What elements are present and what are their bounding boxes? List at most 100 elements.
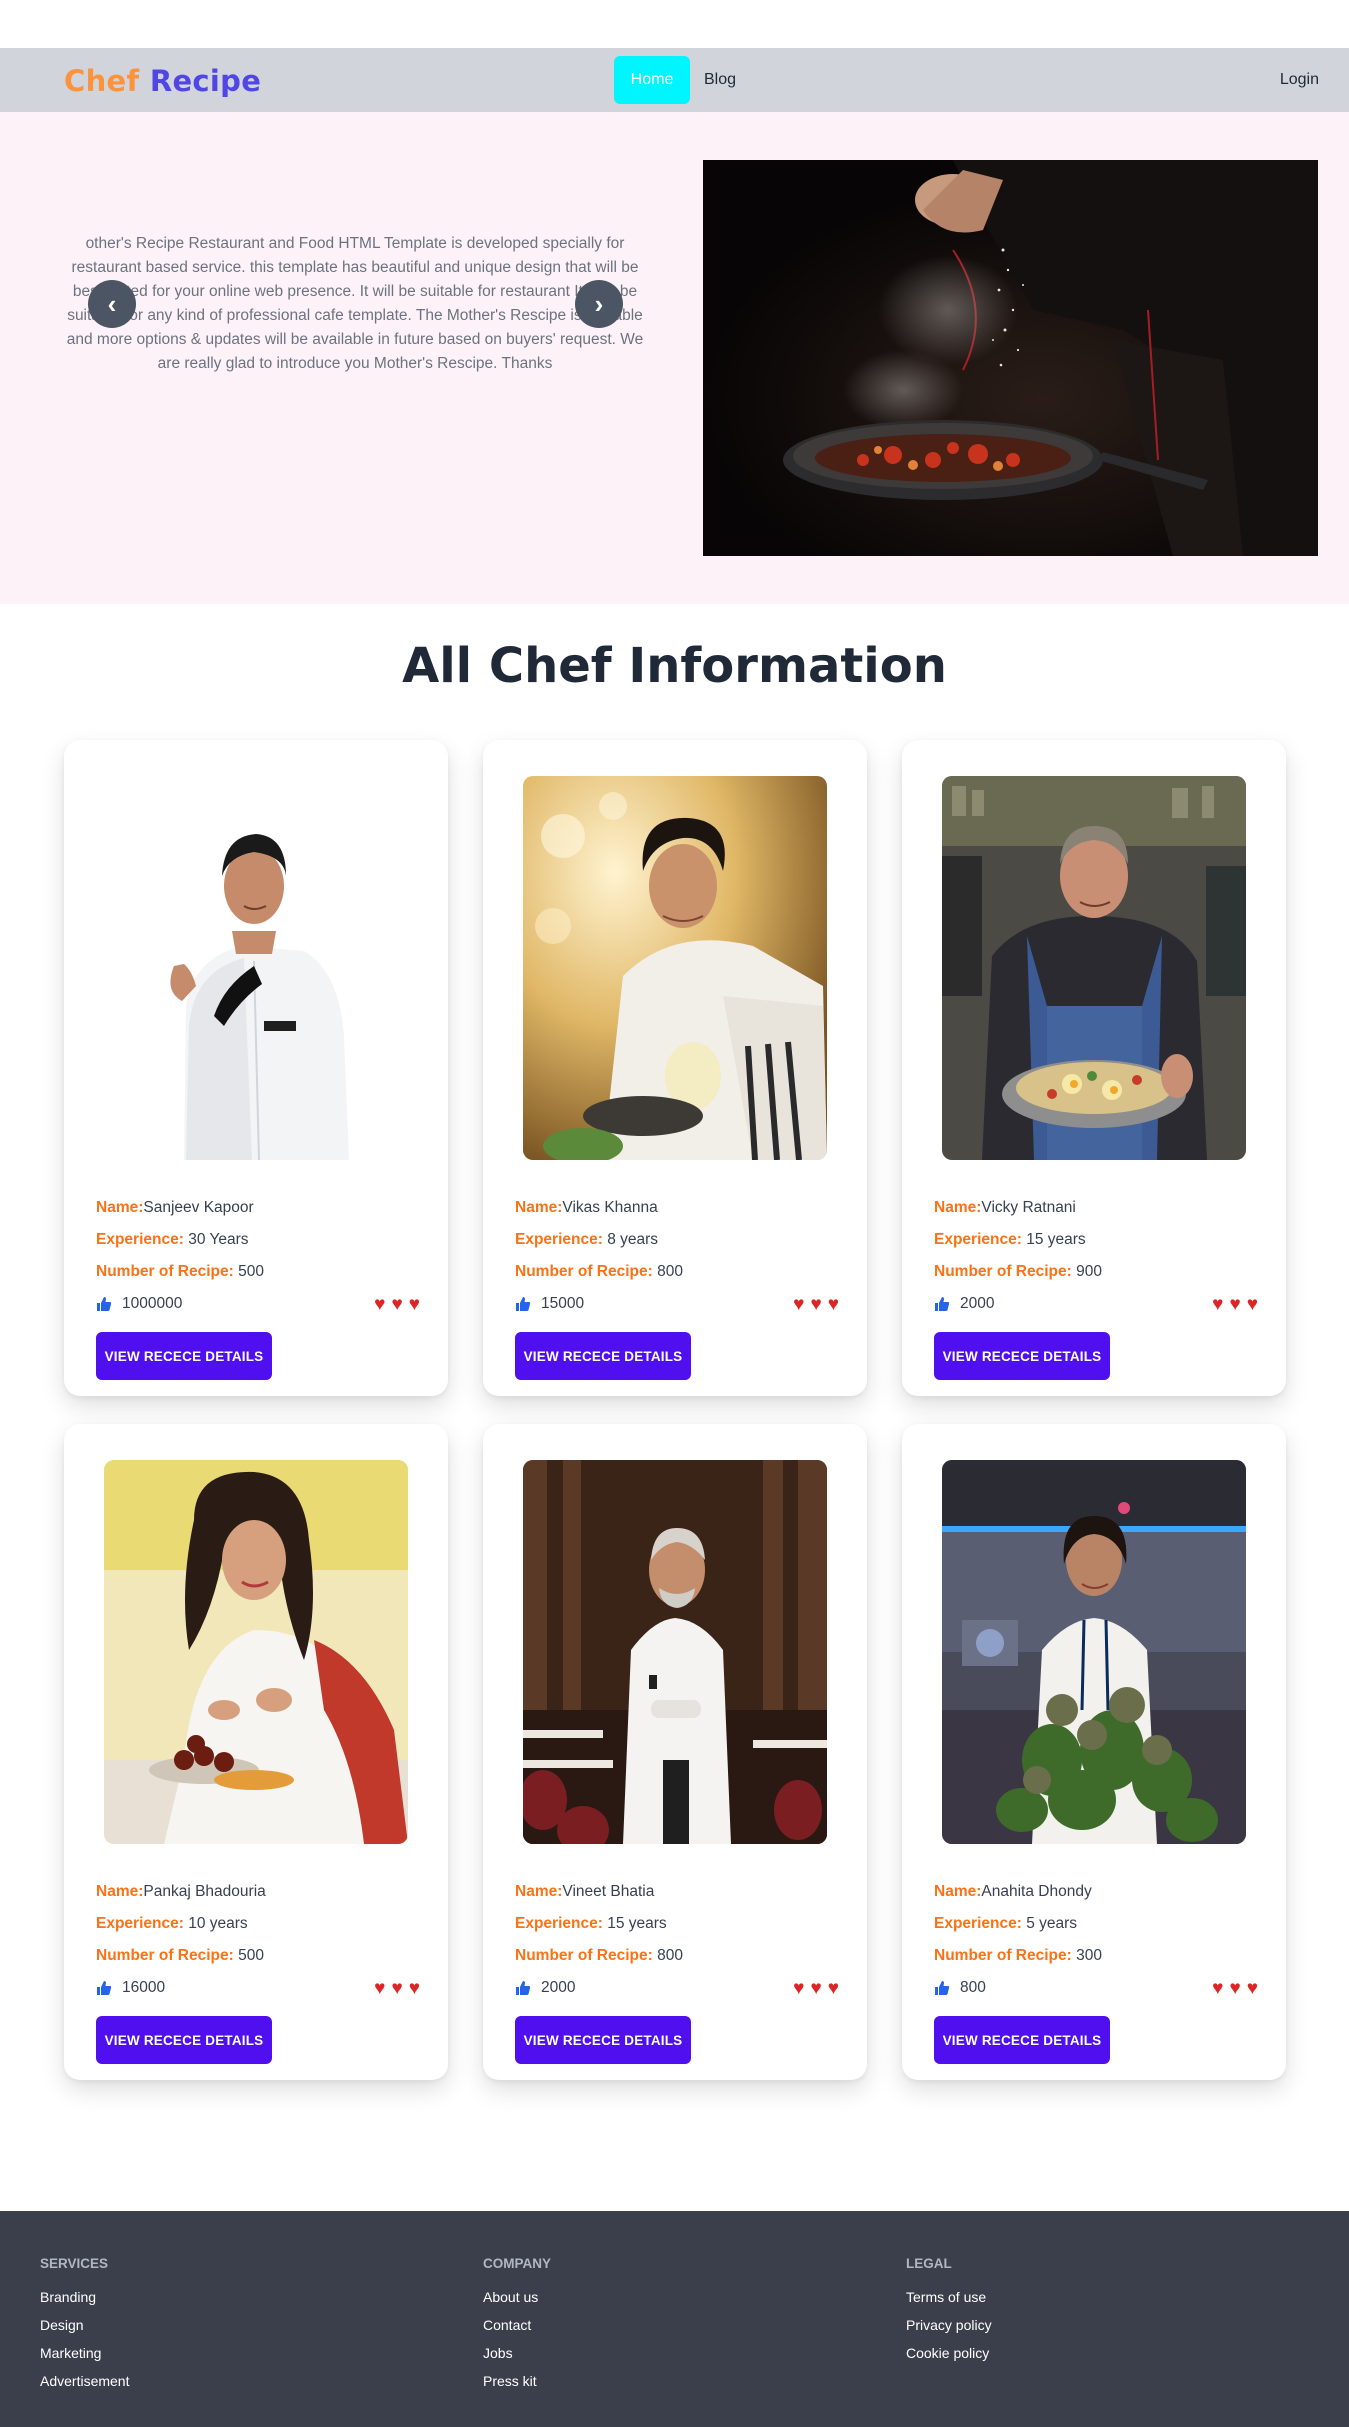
site-logo[interactable]: Chef Recipe [64, 64, 261, 98]
chef-info: Name: Vineet Bhatia Experience: 15 years … [515, 1876, 839, 2064]
chef-name-row: Name: Anahita Dhondy [934, 1876, 1258, 1908]
footer-company-title: COMPANY [483, 2256, 552, 2271]
chef-card: Name: Vikas Khanna Experience: 8 years Nu… [483, 740, 867, 1396]
chef-photo [104, 776, 408, 1160]
view-recipe-details-button[interactable]: VIEW RECECE DETAILS [934, 2016, 1110, 2064]
view-recipe-details-button[interactable]: VIEW RECECE DETAILS [515, 2016, 691, 2064]
chef-experience: 15 years [607, 1915, 667, 1932]
chef-name: Vicky Ratnani [981, 1199, 1076, 1216]
heart-icon: ♥ [1246, 1977, 1258, 1999]
chef-recipe-count: 500 [238, 1263, 264, 1280]
section-title: All Chef Information [402, 638, 947, 694]
chef-name: Pankaj Bhadouria [143, 1883, 266, 1900]
chef-name: Vikas Khanna [562, 1199, 658, 1216]
footer-link-marketing[interactable]: Marketing [40, 2344, 129, 2372]
carousel-prev-button[interactable]: ‹ [88, 280, 136, 328]
thumbs-up-icon [97, 1981, 112, 1995]
hero-banner: other's Recipe Restaurant and Food HTML … [0, 112, 1349, 604]
heart-icon: ♥ [1212, 1977, 1224, 1999]
recipes-label: Number of Recipe: [96, 1263, 234, 1280]
hero-description: other's Recipe Restaurant and Food HTML … [66, 235, 644, 372]
chef-recipes-row: Number of Recipe: 500 [96, 1940, 420, 1972]
view-recipe-details-button[interactable]: VIEW RECECE DETAILS [515, 1332, 691, 1380]
rating-hearts: ♥ ♥ ♥ [793, 1979, 839, 1998]
recipes-label: Number of Recipe: [934, 1263, 1072, 1280]
chef-likes-row: 800 ♥ ♥ ♥ [934, 1972, 1258, 2004]
logo-part-recipe: Recipe [149, 64, 262, 98]
chef-experience: 15 years [1026, 1231, 1086, 1248]
chef-experience-row: Experience: 15 years [934, 1224, 1258, 1256]
footer-link-design[interactable]: Design [40, 2316, 129, 2344]
footer-link-cookie[interactable]: Cookie policy [906, 2344, 992, 2372]
chef-experience-row: Experience: 30 Years [96, 1224, 420, 1256]
name-label: Name: [515, 1883, 563, 1900]
recipes-label: Number of Recipe: [934, 1947, 1072, 1964]
chef-experience: 8 years [607, 1231, 659, 1248]
chef-name-row: Name: Sanjeev Kapoor [96, 1192, 420, 1224]
experience-label: Experience: [515, 1231, 603, 1248]
recipes-label: Number of Recipe: [515, 1947, 653, 1964]
footer-company: COMPANY About us Contact Jobs Press kit [483, 2256, 551, 2400]
chef-recipe-count: 300 [1076, 1947, 1102, 1964]
footer-link-privacy[interactable]: Privacy policy [906, 2316, 992, 2344]
chef-photo [942, 1460, 1246, 1844]
view-recipe-details-button[interactable]: VIEW RECECE DETAILS [96, 2016, 272, 2064]
experience-label: Experience: [96, 1915, 184, 1932]
likes-count: 2000 [541, 1979, 576, 1996]
thumbs-up-icon [935, 1297, 950, 1311]
thumbs-up-icon [516, 1981, 531, 1995]
heart-icon: ♥ [391, 1977, 403, 1999]
heart-icon: ♥ [810, 1293, 822, 1315]
experience-label: Experience: [515, 1915, 603, 1932]
footer-services: SERVICES Branding Design Marketing Adver… [40, 2256, 129, 2400]
likes-count: 800 [960, 1979, 986, 1996]
footer-link-jobs[interactable]: Jobs [483, 2344, 551, 2372]
thumbs-up-icon [97, 1297, 112, 1311]
chef-info: Name: Vikas Khanna Experience: 8 years Nu… [515, 1192, 839, 1380]
footer-link-terms[interactable]: Terms of use [906, 2288, 992, 2316]
likes-count: 1000000 [122, 1295, 183, 1312]
footer-link-branding[interactable]: Branding [40, 2288, 129, 2316]
chef-name-row: Name: Vicky Ratnani [934, 1192, 1258, 1224]
heart-icon: ♥ [1229, 1977, 1241, 1999]
nav-blog-link[interactable]: Blog [704, 56, 736, 104]
experience-label: Experience: [934, 1915, 1022, 1932]
heart-icon: ♥ [793, 1977, 805, 1999]
login-link[interactable]: Login [1280, 56, 1319, 104]
heart-icon: ♥ [391, 1293, 403, 1315]
footer-link-about[interactable]: About us [483, 2288, 551, 2316]
footer-link-advertisement[interactable]: Advertisement [40, 2372, 129, 2400]
name-label: Name: [934, 1199, 982, 1216]
chef-card: Name: Pankaj Bhadouria Experience: 10 yea… [64, 1424, 448, 2080]
heart-icon: ♥ [374, 1293, 386, 1315]
rating-hearts: ♥ ♥ ♥ [1212, 1295, 1258, 1314]
rating-hearts: ♥ ♥ ♥ [374, 1295, 420, 1314]
heart-icon: ♥ [408, 1977, 420, 1999]
rating-hearts: ♥ ♥ ♥ [793, 1295, 839, 1314]
footer-link-contact[interactable]: Contact [483, 2316, 551, 2344]
rating-hearts: ♥ ♥ ♥ [1212, 1979, 1258, 1998]
chef-photo [523, 776, 827, 1160]
chef-name-row: Name: Pankaj Bhadouria [96, 1876, 420, 1908]
carousel-next-button[interactable]: › [575, 280, 623, 328]
chef-name: Sanjeev Kapoor [143, 1199, 254, 1216]
view-recipe-details-button[interactable]: VIEW RECECE DETAILS [96, 1332, 272, 1380]
chef-recipe-count: 800 [657, 1263, 683, 1280]
chef-card: Name: Anahita Dhondy Experience: 5 years … [902, 1424, 1286, 2080]
chef-recipes-row: Number of Recipe: 300 [934, 1940, 1258, 1972]
recipes-label: Number of Recipe: [515, 1263, 653, 1280]
experience-label: Experience: [934, 1231, 1022, 1248]
heart-icon: ♥ [1229, 1293, 1241, 1315]
chef-likes-row: 2000 ♥ ♥ ♥ [934, 1288, 1258, 1320]
chef-recipe-count: 500 [238, 1947, 264, 1964]
view-recipe-details-button[interactable]: VIEW RECECE DETAILS [934, 1332, 1110, 1380]
footer-link-press-kit[interactable]: Press kit [483, 2372, 551, 2400]
logo-part-chef: Chef [64, 64, 140, 98]
likes-count: 16000 [122, 1979, 166, 1996]
heart-icon: ♥ [1212, 1293, 1224, 1315]
chef-name-row: Name: Vineet Bhatia [515, 1876, 839, 1908]
chef-photo [942, 776, 1246, 1160]
heart-icon: ♥ [810, 1977, 822, 1999]
nav-home-link[interactable]: Home [614, 56, 690, 104]
chef-experience: 5 years [1026, 1915, 1078, 1932]
